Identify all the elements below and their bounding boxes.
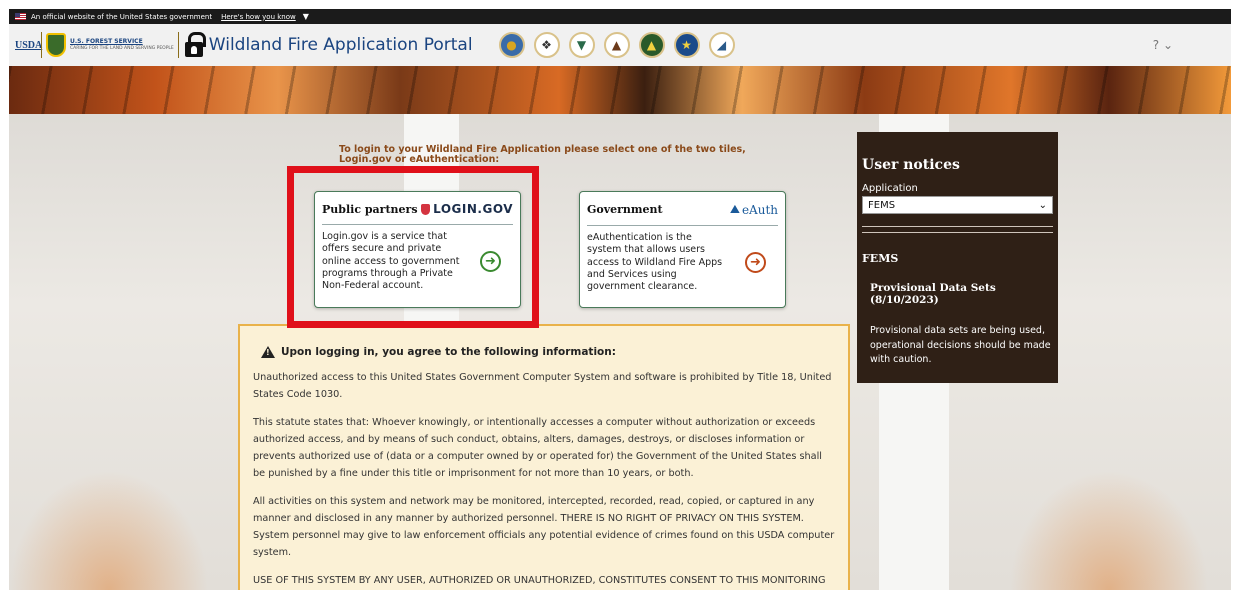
forest-service-shield-icon[interactable]	[46, 33, 66, 57]
disclaimer-paragraph: All activities on this system and networ…	[253, 495, 835, 558]
divider	[862, 226, 1053, 227]
disclaimer-panel: Upon logging in, you agree to the follow…	[238, 324, 850, 590]
lock-icon	[184, 32, 206, 58]
user-notices-panel: User notices Application FEMS ⌄ FEMS Pro…	[857, 132, 1058, 383]
notice-title: Provisional Data Sets (8/10/2023)	[870, 282, 996, 306]
chevron-down-icon: ⌄	[1162, 38, 1173, 52]
application-label: Application	[862, 183, 918, 194]
usfs-tree-icon: ▲	[638, 32, 665, 58]
dod-icon: ★	[673, 32, 700, 58]
nps-icon: ▲	[603, 32, 630, 58]
arrow-right-icon[interactable]: ➜	[745, 252, 766, 274]
background-fire-glow	[9, 470, 209, 590]
help-menu[interactable]: ? ⌄	[1153, 38, 1173, 52]
chevron-down-icon: ⌄	[1038, 199, 1047, 211]
disclaimer-paragraph: Unauthorized access to this United State…	[253, 372, 832, 400]
fire-hero-banner	[9, 66, 1231, 114]
government-tile[interactable]: Government ⛰ eAuth eAuthentication is th…	[579, 191, 786, 308]
forest-service-wordmark[interactable]: U.S. FOREST SERVICE CARING FOR THE LAND …	[70, 37, 174, 52]
bia-icon: ●	[498, 32, 525, 58]
site-header: USDA U.S. FOREST SERVICE CARING FOR THE …	[9, 24, 1231, 66]
disclaimer-paragraph: This statute states that: Whoever knowin…	[253, 416, 822, 479]
disclaimer-heading: Upon logging in, you agree to the follow…	[261, 346, 836, 358]
eauth-building-icon: ⛰	[729, 202, 740, 216]
eauth-logo: ⛰ eAuth	[730, 202, 778, 217]
warning-icon	[261, 346, 275, 358]
logo-divider-2	[177, 32, 179, 58]
application-selected-value: FEMS	[868, 199, 896, 211]
notices-title: User notices	[862, 157, 960, 173]
forest-service-name: U.S. FOREST SERVICE	[70, 37, 143, 45]
gov-banner-text: An official website of the United States…	[31, 12, 213, 21]
tile-description: eAuthentication is the system that allow…	[587, 232, 723, 293]
disclaimer-heading-text: Upon logging in, you agree to the follow…	[281, 346, 616, 358]
notice-section-title: FEMS	[862, 252, 899, 265]
eauth-logo-text: eAuth	[741, 202, 778, 217]
divider	[862, 232, 1053, 233]
gov-banner: An official website of the United States…	[9, 9, 1231, 24]
highlight-box	[287, 166, 539, 328]
application-select[interactable]: FEMS ⌄	[862, 196, 1053, 214]
portal-title[interactable]: Wildland Fire Application Portal	[209, 35, 473, 55]
login-prompt: To login to your Wildland Fire Applicati…	[339, 144, 746, 166]
blm-icon: ▼	[568, 32, 595, 58]
tile-title: Government	[587, 203, 663, 216]
help-icon: ?	[1152, 38, 1160, 52]
chevron-down-icon[interactable]: ▼	[303, 12, 309, 21]
usfws-icon: ◢	[708, 32, 735, 58]
disclaimer-paragraph: USE OF THIS SYSTEM BY ANY USER, AUTHORIZ…	[253, 574, 826, 586]
bia-eagle-icon: ❖	[533, 32, 560, 58]
forest-service-tagline: CARING FOR THE LAND AND SERVING PEOPLE	[70, 45, 174, 51]
usda-logo[interactable]: USDA	[15, 40, 42, 51]
background-fire-glow	[1009, 470, 1209, 590]
notice-text: Provisional data sets are being used, op…	[870, 325, 1051, 366]
logo-divider	[41, 32, 42, 58]
heres-how-you-know-link[interactable]: Here's how you know	[221, 13, 296, 21]
us-flag-icon	[15, 13, 26, 20]
agency-logos: ● ❖ ▼ ▲ ▲ ★ ◢	[498, 32, 735, 58]
